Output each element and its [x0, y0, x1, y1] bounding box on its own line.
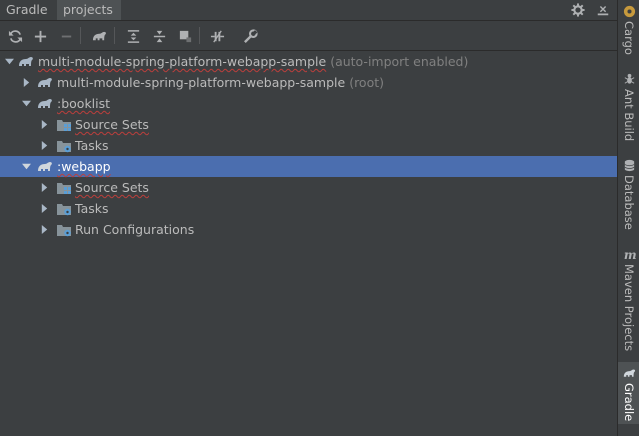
- tree-label-source-sets: Source Sets: [75, 117, 149, 132]
- tool-label-maven-projects: Maven Projects: [622, 264, 636, 352]
- tree-row-webapp-source-sets[interactable]: Source Sets: [0, 177, 617, 198]
- tree-row-root[interactable]: multi-module-spring-platform-webapp-samp…: [0, 51, 617, 72]
- tool-label-ant-build: Ant Build: [622, 89, 636, 142]
- database-icon: [622, 158, 636, 172]
- tree-row-webapp[interactable]: :webapp: [0, 156, 617, 177]
- collapsed-arrow-icon[interactable]: [39, 183, 49, 193]
- tree-label-tasks: Tasks: [75, 138, 109, 153]
- expanded-arrow-icon[interactable]: [4, 57, 14, 67]
- ant-icon: [622, 72, 636, 86]
- tool-button-ant-build[interactable]: Ant Build: [618, 72, 639, 141]
- tasks-folder-icon: [56, 138, 72, 154]
- tree-label-tasks: Tasks: [75, 201, 109, 216]
- collapsed-arrow-icon[interactable]: [39, 141, 49, 151]
- tool-label-cargo: Cargo: [622, 21, 636, 55]
- tab-projects[interactable]: projects: [57, 0, 121, 20]
- source-sets-folder-icon: [56, 117, 72, 133]
- gradle-toolbar: [0, 21, 617, 51]
- cargo-icon: [622, 4, 636, 18]
- expanded-arrow-icon[interactable]: [21, 162, 31, 172]
- gradle-elephant-icon: [18, 54, 34, 70]
- collapsed-arrow-icon[interactable]: [21, 78, 31, 88]
- settings-wrench-icon[interactable]: [240, 26, 260, 46]
- tool-label-database: Database: [622, 175, 636, 230]
- gradle-elephant-icon: [37, 75, 53, 91]
- gear-icon[interactable]: [569, 1, 586, 18]
- remove-icon[interactable]: [56, 26, 76, 46]
- tree-label-webapp: :webapp: [57, 159, 111, 174]
- tree-row-booklist-source-sets[interactable]: Source Sets: [0, 114, 617, 135]
- tree-label-source-sets: Source Sets: [75, 180, 149, 195]
- refresh-icon[interactable]: [5, 26, 25, 46]
- group-modules-icon[interactable]: [175, 26, 195, 46]
- tool-label-gradle: Gradle: [622, 383, 636, 422]
- add-icon[interactable]: [30, 26, 50, 46]
- tool-button-gradle[interactable]: Gradle: [618, 362, 639, 424]
- source-sets-folder-icon: [56, 180, 72, 196]
- tasks-folder-icon: [56, 201, 72, 217]
- tree-label-root-module: multi-module-spring-platform-webapp-samp…: [57, 75, 385, 90]
- tree-row-booklist[interactable]: :booklist: [0, 93, 617, 114]
- tree-row-webapp-tasks[interactable]: Tasks: [0, 198, 617, 219]
- tree-suffix-root: (root): [349, 75, 385, 90]
- svg-text:m: m: [623, 248, 635, 261]
- right-tool-window-bar: Cargo Ant Build Database m Maven Project…: [617, 0, 639, 436]
- expand-all-icon[interactable]: [123, 26, 143, 46]
- tree-row-root-module[interactable]: multi-module-spring-platform-webapp-samp…: [0, 72, 617, 93]
- gradle-tool-window: Gradle projects multi-module-spring-plat…: [0, 0, 617, 436]
- tree-suffix-auto-import: (auto-import enabled): [330, 54, 469, 69]
- toolbar-separator: [80, 27, 81, 44]
- maven-icon: m: [622, 247, 636, 261]
- tool-button-cargo[interactable]: Cargo: [618, 4, 639, 55]
- expanded-arrow-icon[interactable]: [21, 99, 31, 109]
- collapsed-arrow-icon[interactable]: [39, 204, 49, 214]
- tree-label-root: multi-module-spring-platform-webapp-samp…: [38, 54, 469, 69]
- gradle-elephant-icon: [37, 96, 53, 112]
- collapsed-arrow-icon[interactable]: [39, 120, 49, 130]
- gradle-icon: [622, 366, 636, 380]
- tool-window-header: Gradle projects: [0, 0, 617, 21]
- collapsed-arrow-icon[interactable]: [39, 225, 49, 235]
- toggle-offline-icon[interactable]: [207, 26, 227, 46]
- gradle-task-icon[interactable]: [89, 26, 109, 46]
- tool-button-database[interactable]: Database: [618, 158, 639, 230]
- hide-panel-icon[interactable]: [594, 1, 611, 18]
- tab-gradle[interactable]: Gradle: [0, 0, 57, 20]
- tree-row-webapp-run-configurations[interactable]: Run Configurations: [0, 219, 617, 240]
- run-configurations-folder-icon: [56, 222, 72, 238]
- tree-label-booklist: :booklist: [57, 96, 111, 111]
- collapse-all-icon[interactable]: [149, 26, 169, 46]
- gradle-elephant-icon: [37, 159, 53, 175]
- toolbar-separator: [199, 27, 200, 44]
- tree-label-run-configurations: Run Configurations: [75, 222, 195, 237]
- tool-button-maven-projects[interactable]: m Maven Projects: [618, 247, 639, 351]
- toolbar-separator: [114, 27, 115, 44]
- tree-row-booklist-tasks[interactable]: Tasks: [0, 135, 617, 156]
